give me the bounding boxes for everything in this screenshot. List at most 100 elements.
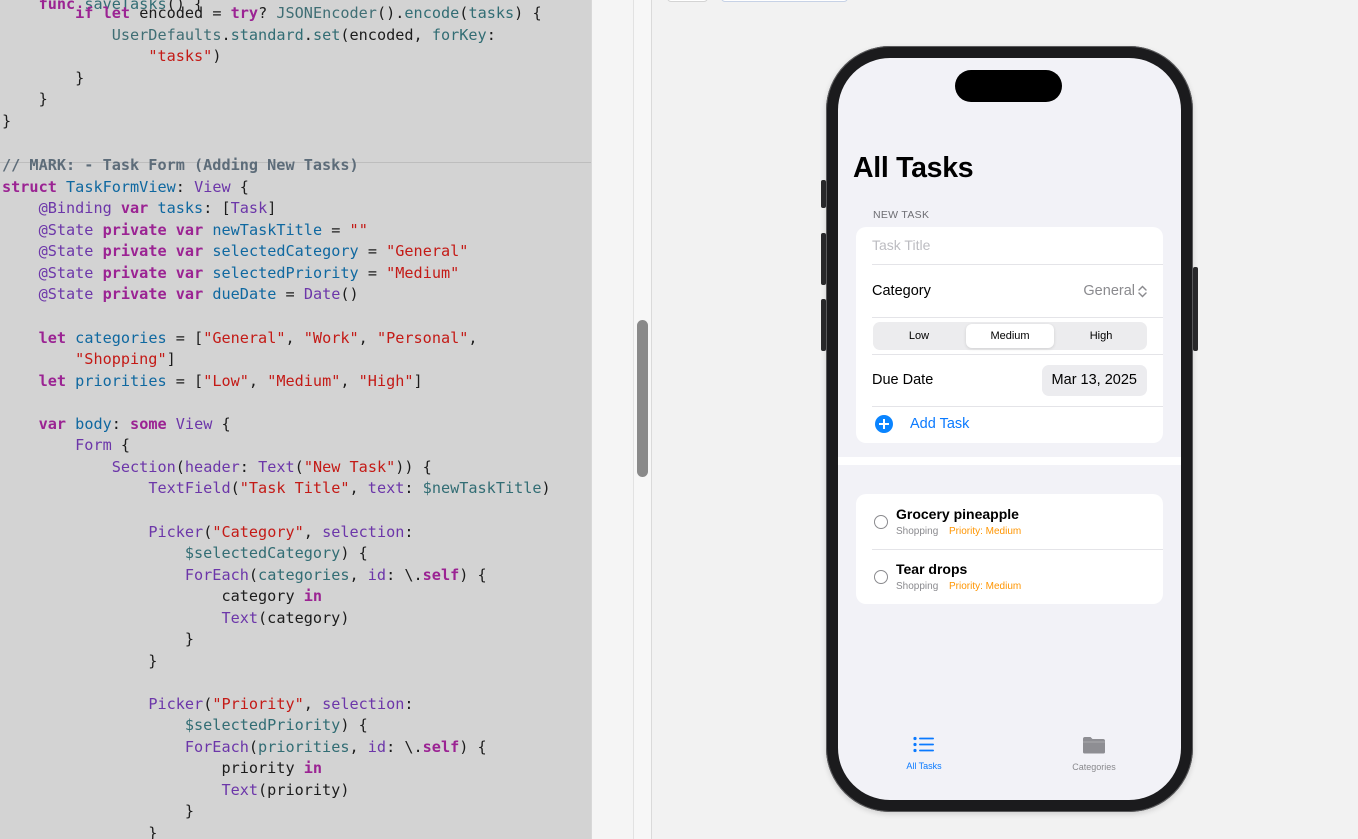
code-token: ) { xyxy=(459,566,487,584)
code-token: in xyxy=(303,759,323,777)
preview-mode-button[interactable] xyxy=(667,0,708,2)
dynamic-island xyxy=(955,70,1062,102)
scrollbar-thumb[interactable] xyxy=(637,320,648,477)
code-token: @State xyxy=(38,242,94,260)
code-line: } xyxy=(2,823,157,839)
code-token: private xyxy=(102,242,167,260)
code-token: encode xyxy=(404,4,460,22)
code-token: View xyxy=(175,415,213,433)
category-label: Category xyxy=(872,283,931,299)
code-line: @State private var selectedPriority = "M… xyxy=(2,263,460,285)
code-line: Form { xyxy=(2,435,130,457)
code-token: , xyxy=(349,566,368,584)
code-token: )) { xyxy=(395,458,432,476)
code-token: ForEach xyxy=(184,738,249,756)
plus-circle-icon[interactable] xyxy=(875,415,893,433)
due-date-picker[interactable]: Mar 13, 2025 xyxy=(1041,365,1147,396)
code-token: header xyxy=(184,458,240,476)
task-list: Grocery pineapple Shopping Priority: Med… xyxy=(856,494,1163,604)
code-token: , xyxy=(248,372,268,390)
add-task-button[interactable]: Add Task xyxy=(910,416,969,432)
code-token: (encoded, xyxy=(340,26,432,44)
circle-icon[interactable] xyxy=(874,515,888,529)
code-line: Picker("Category", selection: xyxy=(2,522,413,544)
task-priority: Priority: Medium xyxy=(949,581,1022,592)
code-editor[interactable]: func saveTasks() { if let encoded = try?… xyxy=(0,0,591,839)
tab-categories[interactable]: Categories xyxy=(1054,736,1134,772)
code-line: } xyxy=(2,89,48,111)
code-token: "Shopping" xyxy=(75,350,167,368)
code-token: Section xyxy=(111,458,176,476)
task-row[interactable]: Tear drops Shopping Priority: Medium xyxy=(856,550,1163,604)
code-token: "Task Title" xyxy=(239,479,350,497)
code-token: , xyxy=(358,329,377,347)
priority-segment-low[interactable]: Low xyxy=(875,324,963,348)
code-token: Picker xyxy=(148,523,204,541)
code-line: Picker("Priority", selection: xyxy=(2,694,414,716)
task-title-field[interactable]: Task Title xyxy=(856,227,1163,264)
code-token: "Work" xyxy=(303,329,359,347)
code-token: . xyxy=(221,26,231,44)
task-row[interactable]: Grocery pineapple Shopping Priority: Med… xyxy=(856,494,1163,549)
code-token: (). xyxy=(376,4,405,22)
folder-icon xyxy=(1083,737,1105,754)
circle-icon[interactable] xyxy=(874,570,888,584)
due-date-label: Due Date xyxy=(872,372,934,388)
page-title: All Tasks xyxy=(853,152,974,184)
code-line: var body: some View { xyxy=(2,414,231,436)
power-button xyxy=(1193,267,1198,351)
code-token: if xyxy=(75,4,94,22)
code-token: "Priority" xyxy=(212,695,304,713)
code-token: } xyxy=(2,90,48,108)
priority-segment-medium[interactable]: Medium xyxy=(966,324,1054,348)
preview-device-selector[interactable] xyxy=(721,0,848,2)
code-line: ForEach(categories, id: \.self) { xyxy=(2,565,487,587)
code-token: TaskFormView xyxy=(66,178,176,196)
code-token: : xyxy=(404,695,414,713)
task-priority: Priority: Medium xyxy=(949,526,1022,537)
priority-segment-high[interactable]: High xyxy=(1057,324,1145,348)
priority-segmented-control[interactable]: Low Medium High xyxy=(873,322,1147,350)
code-token: "General" xyxy=(386,242,469,260)
code-token: ) { xyxy=(340,716,368,734)
code-token: , xyxy=(468,329,478,347)
code-token: ) { xyxy=(514,4,542,22)
code-token: TextField xyxy=(148,479,231,497)
code-line: Section(header: Text("New Task")) { xyxy=(2,457,432,479)
code-token: struct xyxy=(2,178,57,196)
code-token: , xyxy=(303,695,323,713)
code-token: : xyxy=(486,26,496,44)
tab-all-tasks[interactable]: All Tasks xyxy=(884,736,964,771)
code-token: = xyxy=(358,242,387,260)
code-token: "General" xyxy=(203,329,286,347)
code-line: } xyxy=(2,629,194,651)
category-picker[interactable]: Category General xyxy=(856,265,1163,318)
task-title: Tear drops xyxy=(896,561,968,577)
code-token: } xyxy=(2,112,12,130)
code-line: "Shopping"] xyxy=(2,349,176,371)
code-line: $selectedPriority) { xyxy=(2,715,368,737)
code-token: } xyxy=(2,652,158,670)
code-token: Date xyxy=(303,285,341,303)
code-token: let xyxy=(38,372,67,390)
code-token: JSONEncoder xyxy=(276,4,377,22)
tab-label: Categories xyxy=(1072,762,1116,772)
code-token: tasks xyxy=(157,199,204,217)
code-line: Text(priority) xyxy=(2,780,349,802)
category-value: General xyxy=(1083,283,1147,299)
task-title: Grocery pineapple xyxy=(896,506,1019,522)
code-token: ? xyxy=(258,4,277,22)
code-token: var xyxy=(175,285,204,303)
